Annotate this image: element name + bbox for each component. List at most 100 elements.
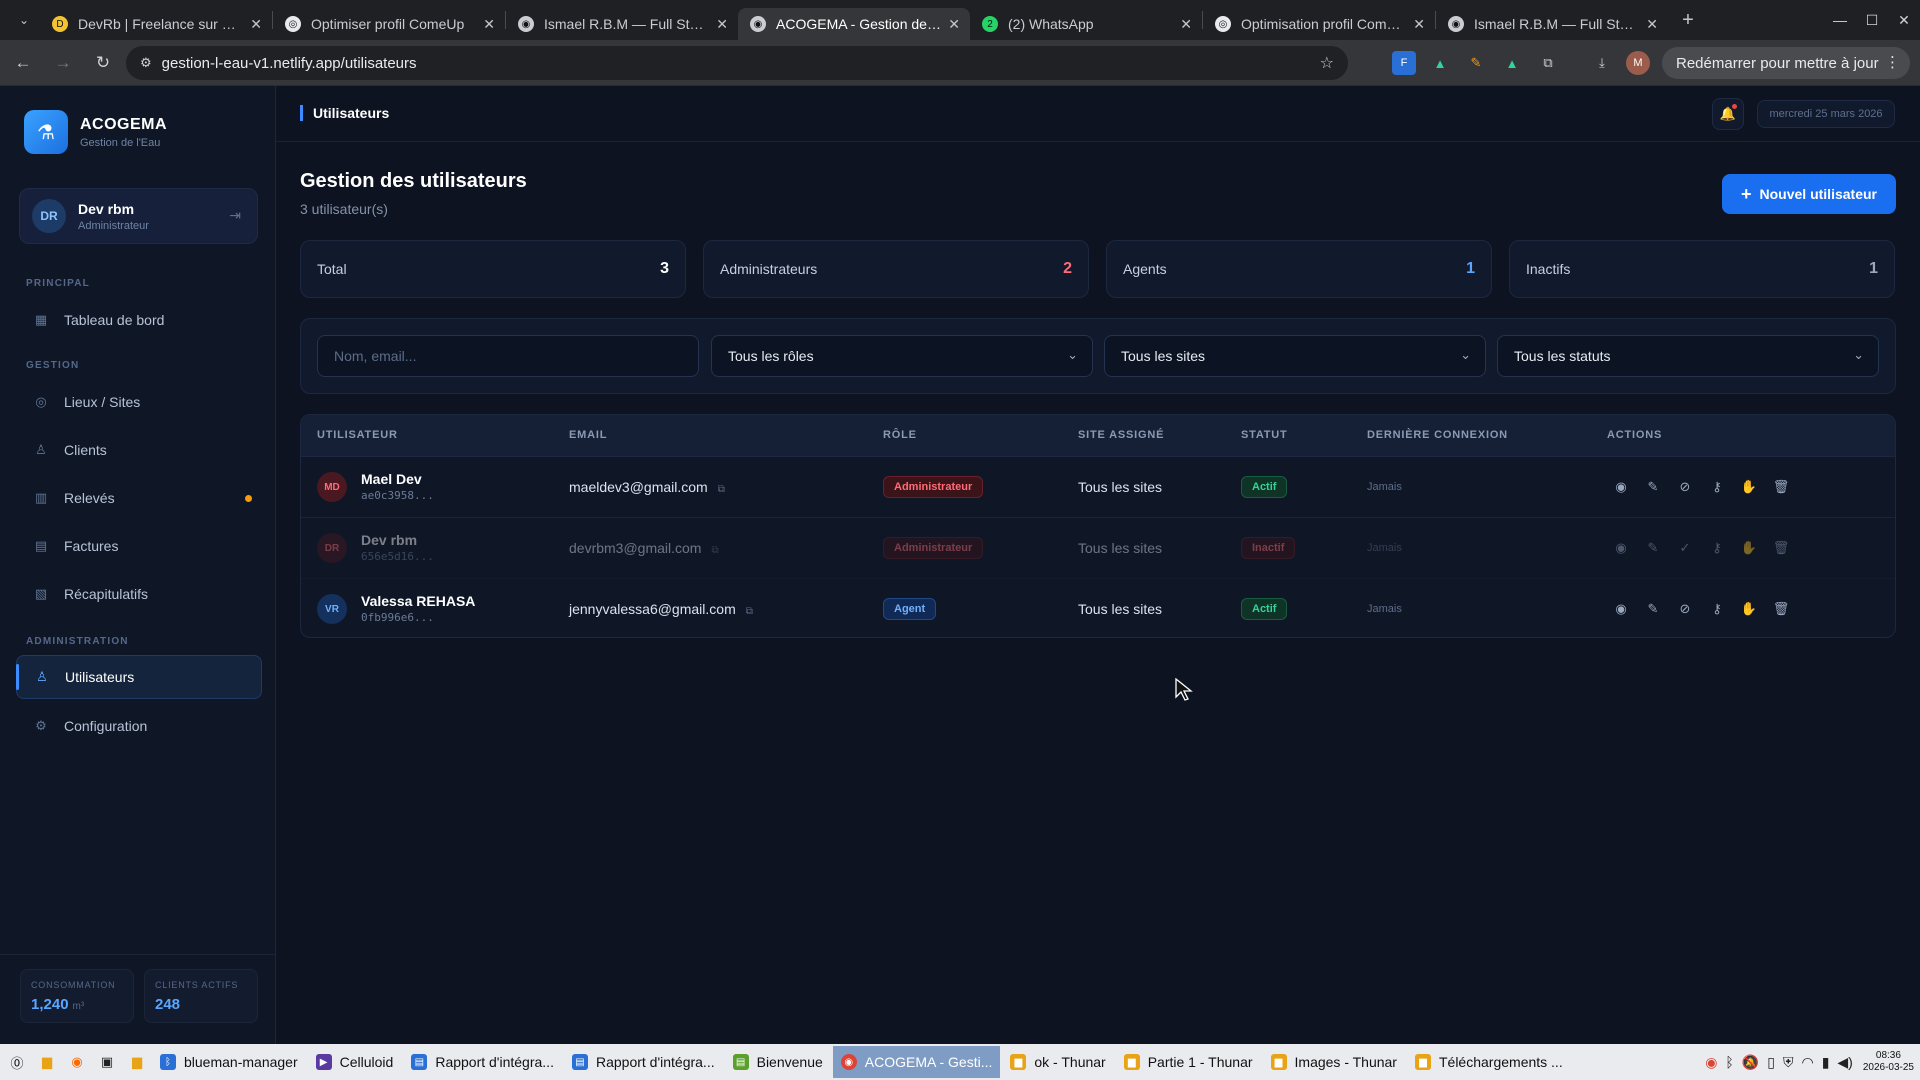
maximize-icon[interactable]: ☐ <box>1856 0 1888 40</box>
taskbar-item[interactable]: ▆ Téléchargements ... <box>1407 1046 1571 1078</box>
key-icon[interactable]: ⚷ <box>1701 538 1733 558</box>
address-bar[interactable]: ⚙ gestion-l-eau-v1.netlify.app/utilisate… <box>126 46 1348 80</box>
close-tab-icon[interactable]: ✕ <box>483 16 495 33</box>
download-icon[interactable]: ⤓ <box>1590 51 1614 75</box>
terminal-icon[interactable]: ▣ <box>94 1049 120 1075</box>
brand[interactable]: ⚗ ACOGEMA Gestion de l'Eau <box>24 110 167 154</box>
battery-icon[interactable]: ▮ <box>1822 1054 1830 1071</box>
sidebar-item-dashboard[interactable]: ▦ Tableau de bord <box>16 298 262 342</box>
logout-icon[interactable]: ⇥ <box>229 207 241 224</box>
sidebar-item-clients[interactable]: ♙ Clients <box>16 428 262 472</box>
key-icon[interactable]: ⚷ <box>1701 477 1733 497</box>
browser-tab[interactable]: ◉ Ismael R.B.M — Full Stack Dev ✕ <box>506 8 738 40</box>
clock[interactable]: 08:36 2026-03-25 <box>1863 1050 1914 1074</box>
search-input[interactable]: Nom, email... <box>317 335 699 377</box>
more-menu-icon[interactable]: ⋮ <box>1885 53 1900 71</box>
deactivate-icon[interactable]: ⊘ <box>1669 599 1701 619</box>
extension-icon[interactable]: ✎ <box>1464 51 1488 75</box>
sidebar-item-users[interactable]: ♙ Utilisateurs <box>16 655 262 699</box>
close-window-icon[interactable]: ✕ <box>1888 0 1920 40</box>
new-user-button[interactable]: + Nouvel utilisateur <box>1722 174 1896 214</box>
column-header: EMAIL <box>569 429 608 441</box>
tab-search-icon[interactable]: ⌄ <box>8 4 40 36</box>
close-tab-icon[interactable]: ✕ <box>716 16 728 33</box>
extension-icon[interactable]: ▲ <box>1500 51 1524 75</box>
close-tab-icon[interactable]: ✕ <box>1180 16 1192 33</box>
notifications-off-icon[interactable]: 🔕 <box>1742 1054 1759 1071</box>
site-filter-select[interactable]: Tous les sites ⌄ <box>1104 335 1486 377</box>
profile-avatar[interactable]: M <box>1626 51 1650 75</box>
hand-icon[interactable]: ✋ <box>1733 538 1765 558</box>
hand-icon[interactable]: ✋ <box>1733 599 1765 619</box>
edit-icon[interactable]: ✎ <box>1637 599 1669 619</box>
browser-tab[interactable]: ◎ Optimisation profil ComeUp ✕ <box>1203 8 1435 40</box>
minimize-icon[interactable]: — <box>1824 0 1856 40</box>
view-eye-icon[interactable]: ◉ <box>1605 538 1637 558</box>
hand-icon[interactable]: ✋ <box>1733 477 1765 497</box>
wifi-icon[interactable]: ◠ <box>1801 1054 1813 1071</box>
assigned-site: Tous les sites <box>1078 479 1163 495</box>
sidebar-item-sites[interactable]: ◎ Lieux / Sites <box>16 380 262 424</box>
browser-tab-active[interactable]: ◉ ACOGEMA - Gestion de l'Eau ✕ <box>738 8 970 40</box>
sidebar-item-config[interactable]: ⚙ Configuration <box>16 704 262 748</box>
edit-icon[interactable]: ✎ <box>1637 477 1669 497</box>
edit-icon[interactable]: ✎ <box>1637 538 1669 558</box>
close-tab-icon[interactable]: ✕ <box>250 16 262 33</box>
taskbar-item-active[interactable]: ◉ ACOGEMA - Gesti... <box>832 1046 1001 1078</box>
forward-icon[interactable]: → <box>46 46 80 80</box>
taskbar-item[interactable]: ▆ ok - Thunar <box>1002 1046 1113 1078</box>
shield-icon[interactable]: ⛨ <box>1783 1054 1794 1071</box>
taskbar-item[interactable]: ▆ Images - Thunar <box>1263 1046 1405 1078</box>
copy-icon[interactable]: ⧉ <box>718 484 725 495</box>
user-name: Mael Dev <box>361 471 422 487</box>
activate-check-icon[interactable]: ✓ <box>1669 538 1701 558</box>
bluetooth-tray-icon[interactable]: ᛒ <box>1725 1054 1733 1070</box>
extension-icon[interactable]: ▲ <box>1428 51 1452 75</box>
trash-icon[interactable]: 🗑 <box>1765 599 1797 619</box>
copy-icon[interactable]: ⧉ <box>746 606 753 617</box>
back-icon[interactable]: ← <box>6 46 40 80</box>
trash-icon[interactable]: 🗑 <box>1765 538 1797 558</box>
restart-update-button[interactable]: Redémarrer pour mettre à jour ⋮ <box>1662 47 1910 79</box>
extensions-puzzle-icon[interactable]: ⧉ <box>1536 51 1560 75</box>
column-header: RÔLE <box>883 429 917 441</box>
browser-tab[interactable]: 2 (2) WhatsApp ✕ <box>970 8 1202 40</box>
taskbar-item[interactable]: ▤ Rapport d'intégra... <box>403 1046 562 1078</box>
folder-icon[interactable]: ▆ <box>34 1049 60 1075</box>
reload-icon[interactable]: ↻ <box>86 46 120 80</box>
trash-icon[interactable]: 🗑 <box>1765 477 1797 497</box>
view-eye-icon[interactable]: ◉ <box>1605 477 1637 497</box>
browser-tab[interactable]: D DevRb | Freelance sur ComeUp ✕ <box>40 8 272 40</box>
volume-icon[interactable]: ◀) <box>1837 1054 1852 1071</box>
key-icon[interactable]: ⚷ <box>1701 599 1733 619</box>
chrome-tray-icon[interactable]: ◉ <box>1705 1054 1717 1071</box>
browser-tab[interactable]: ◉ Ismael R.B.M — Full Stack Dev ✕ <box>1436 8 1668 40</box>
taskbar-item[interactable]: ᛒ blueman-manager <box>152 1046 306 1078</box>
extension-icon[interactable]: F <box>1392 51 1416 75</box>
browser-tab[interactable]: ◎ Optimiser profil ComeUp ✕ <box>273 8 505 40</box>
new-tab-icon[interactable]: + <box>1674 6 1702 34</box>
close-tab-icon[interactable]: ✕ <box>1646 16 1658 33</box>
sidebar-item-factures[interactable]: ▤ Factures <box>16 524 262 568</box>
sidebar-item-recap[interactable]: ▧ Récapitulatifs <box>16 572 262 616</box>
gear-icon: ⚙ <box>35 718 47 733</box>
close-tab-icon[interactable]: ✕ <box>948 16 960 33</box>
sidebar-item-releves[interactable]: ▥ Relevés <box>16 476 262 520</box>
deactivate-icon[interactable]: ⊘ <box>1669 477 1701 497</box>
taskbar-item[interactable]: ▤ Rapport d'intégra... <box>564 1046 723 1078</box>
close-tab-icon[interactable]: ✕ <box>1413 16 1425 33</box>
status-filter-select[interactable]: Tous les statuts ⌄ <box>1497 335 1879 377</box>
app-menu-icon[interactable]: ⓪ <box>4 1049 30 1075</box>
view-eye-icon[interactable]: ◉ <box>1605 599 1637 619</box>
taskbar-item[interactable]: ▤ Bienvenue <box>725 1046 831 1078</box>
copy-icon[interactable]: ⧉ <box>711 545 718 556</box>
bell-icon[interactable]: 🔔 <box>1712 98 1744 130</box>
site-info-icon[interactable]: ⚙ <box>140 55 152 71</box>
firefox-icon[interactable]: ◉ <box>64 1049 90 1075</box>
file-manager-icon[interactable]: ▆ <box>124 1049 150 1075</box>
bookmark-star-icon[interactable]: ☆ <box>1320 53 1334 73</box>
clipboard-icon[interactable]: ▯ <box>1767 1054 1775 1071</box>
taskbar-item[interactable]: ▆ Partie 1 - Thunar <box>1116 1046 1261 1078</box>
taskbar-item[interactable]: ▶ Celluloid <box>308 1046 402 1078</box>
role-filter-select[interactable]: Tous les rôles ⌄ <box>711 335 1093 377</box>
